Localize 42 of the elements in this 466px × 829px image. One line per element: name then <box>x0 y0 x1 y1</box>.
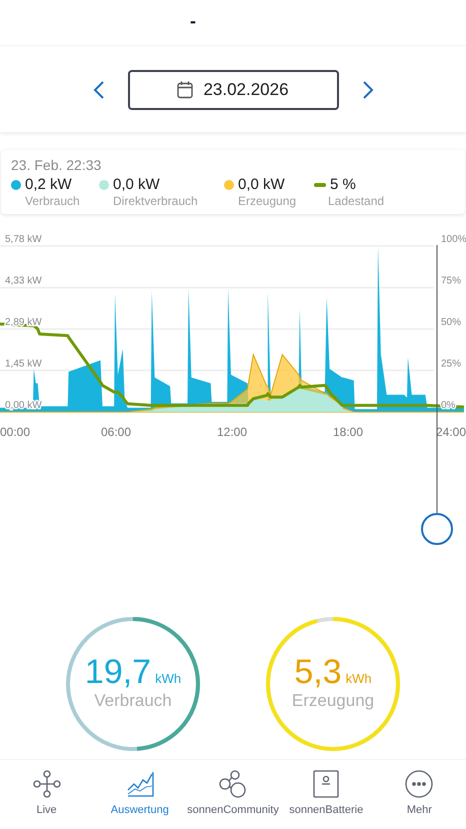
date-picker[interactable]: 23.02.2026 <box>128 70 338 110</box>
unit-label: kWh <box>155 670 182 688</box>
percent-axis-label: 25% <box>441 358 462 370</box>
legend-value: 0,0 kW <box>238 176 285 194</box>
timestamp: 23. Feb. 22:33 <box>11 156 102 174</box>
total-value: 5,3 <box>294 653 342 691</box>
calendar-icon <box>177 81 194 99</box>
legend-value: 0,2 kW <box>25 176 72 194</box>
y-axis-label: 1,45 kW <box>5 358 42 370</box>
legend-value: 0,0 kW <box>113 176 160 194</box>
nav-tab[interactable]: Live <box>0 770 94 818</box>
nav-tab[interactable]: Mehr <box>372 770 466 818</box>
total-label: Erzeugung <box>292 691 374 711</box>
legend-label: Direktverbrauch <box>113 194 198 208</box>
connected-circles-icon <box>219 770 247 798</box>
y-axis-label: 4,33 kW <box>5 276 42 287</box>
network-icon <box>32 770 61 798</box>
x-axis-label: 24:00 <box>436 425 466 439</box>
total-label: Verbrauch <box>94 691 172 711</box>
legend-label: Ladestand <box>328 194 384 208</box>
nav-tab[interactable]: Auswertung <box>93 770 186 818</box>
x-axis-label: 00:00 <box>0 425 30 439</box>
header-title: - <box>190 10 196 33</box>
more-icon <box>405 770 434 798</box>
next-day-button[interactable] <box>360 80 374 100</box>
legend-label: Erzeugung <box>238 194 296 208</box>
x-axis-label: 06:00 <box>100 425 132 439</box>
y-axis-label: 5,78 kW <box>5 234 42 245</box>
percent-axis-label: 75% <box>441 276 462 286</box>
legend-value: 5 % <box>330 176 356 194</box>
nav-tab[interactable]: sonnenBatterie <box>280 770 373 818</box>
previous-day-button[interactable] <box>92 80 106 100</box>
legend-label: Verbrauch <box>25 194 80 208</box>
line-chart-icon <box>126 770 154 798</box>
unit-label: kWh <box>346 670 372 688</box>
nav-tab[interactable]: sonnenCommunity <box>186 770 280 818</box>
x-axis-label: 18:00 <box>332 425 364 439</box>
total-value: 19,7 <box>84 653 152 691</box>
percent-axis-label: 50% <box>441 317 462 328</box>
battery-box-icon <box>312 770 340 798</box>
percent-axis-label: 100% <box>441 234 466 245</box>
x-axis-label: 12:00 <box>216 425 248 439</box>
